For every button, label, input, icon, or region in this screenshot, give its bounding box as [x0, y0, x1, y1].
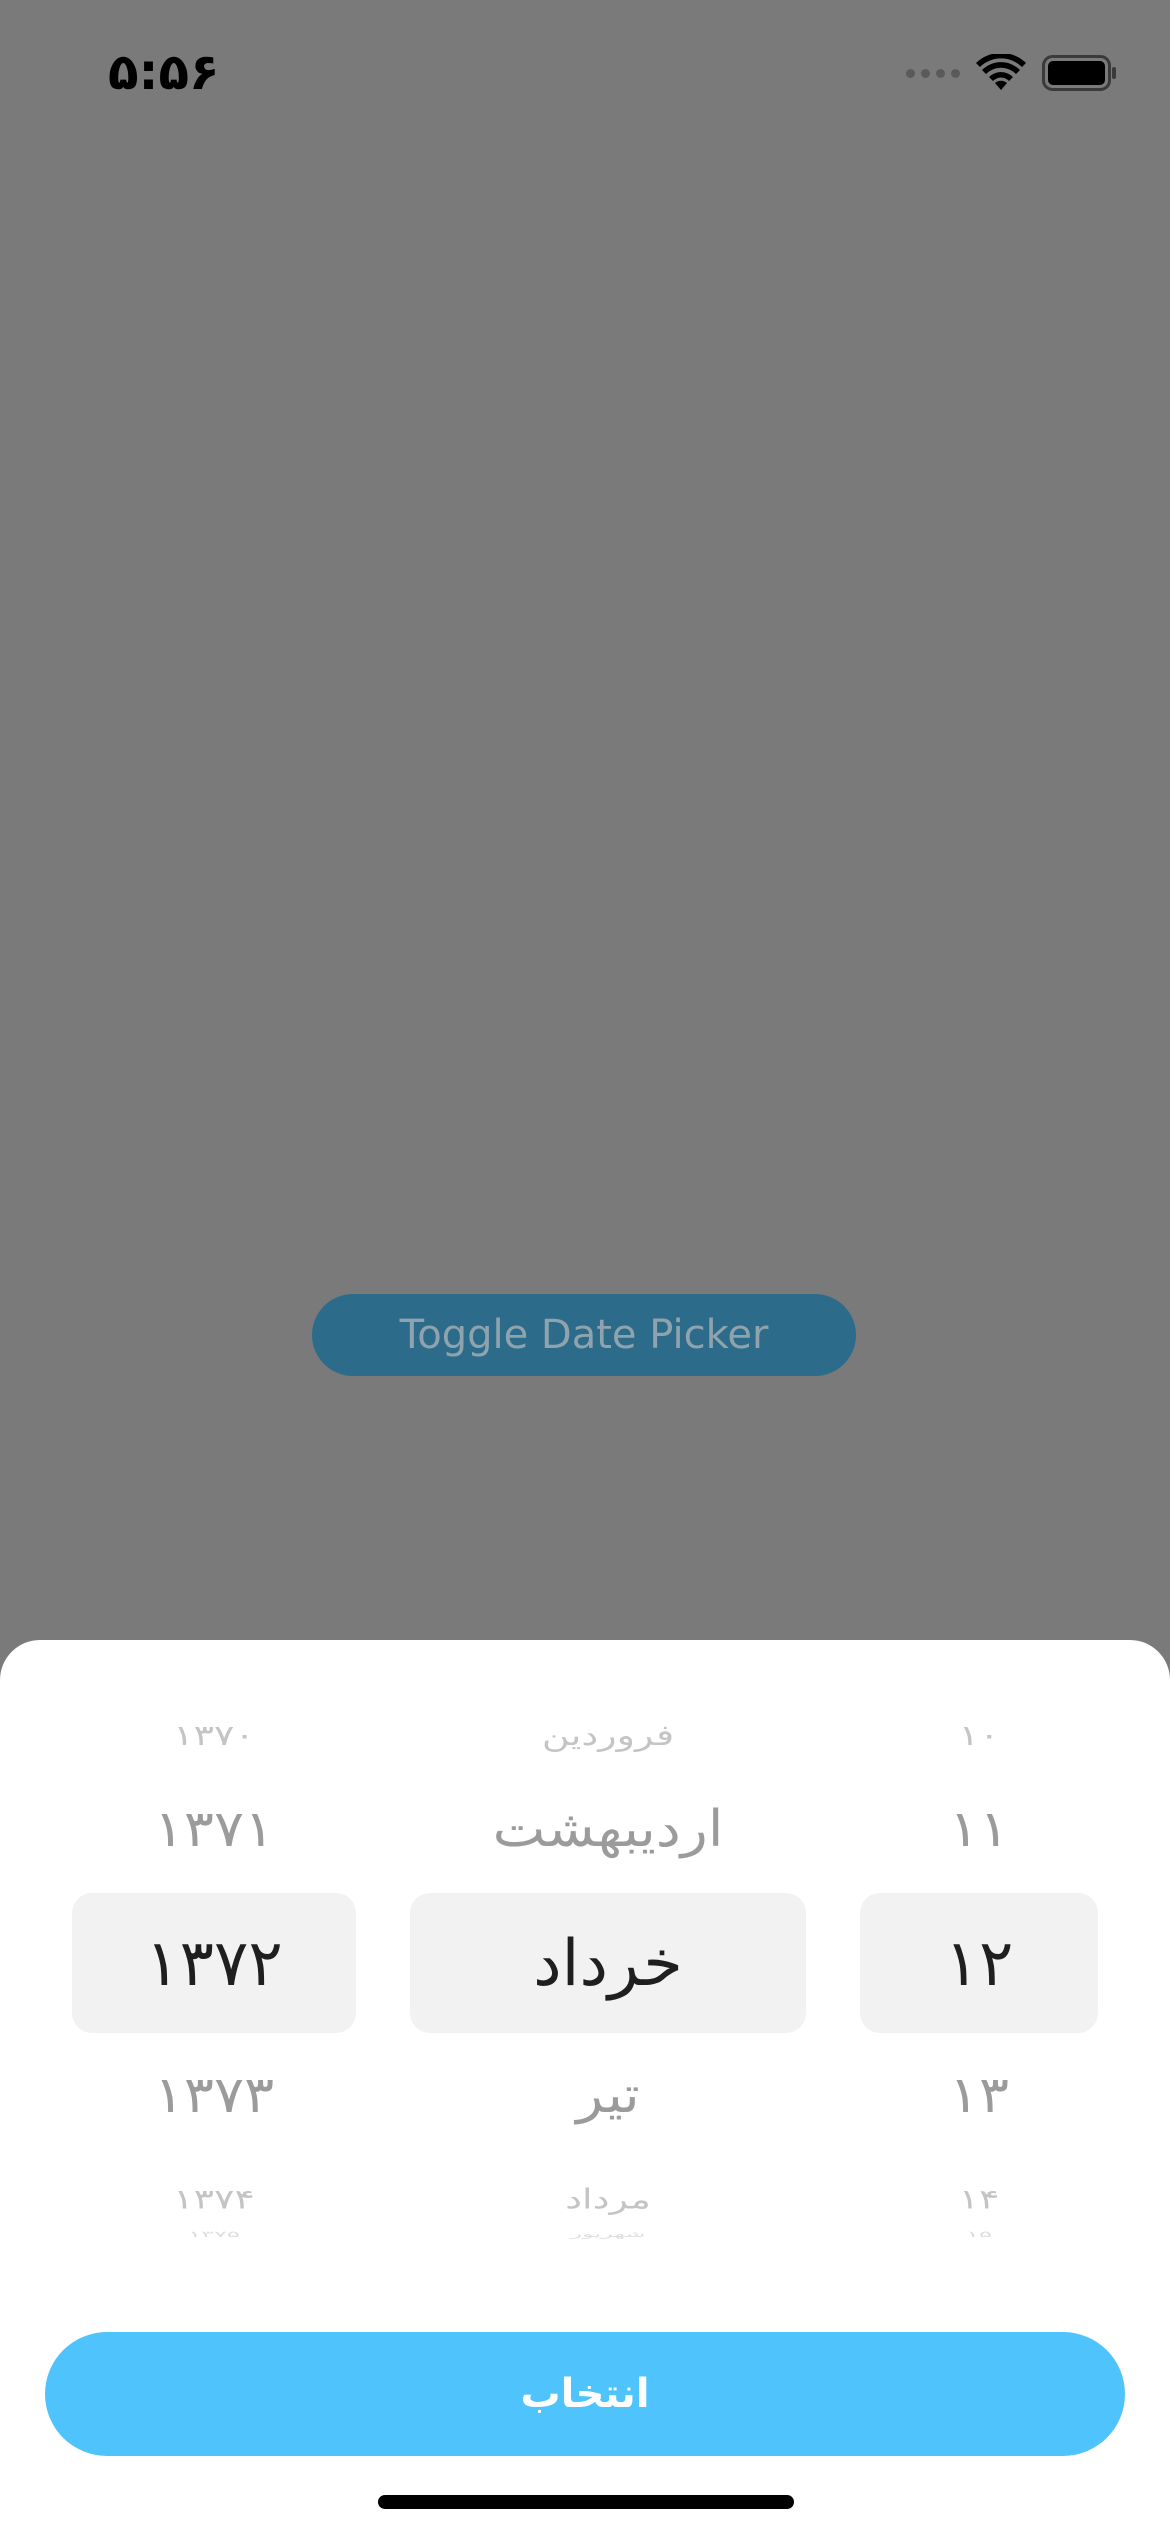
confirm-select-button[interactable]: انتخاب [45, 2332, 1125, 2456]
day-option-selected[interactable]: ۱۲ [860, 1932, 1098, 1996]
month-option[interactable]: اردیبهشت [410, 1804, 806, 1855]
year-option[interactable]: ۱۳۷۳ [72, 2070, 356, 2121]
toggle-date-picker-button[interactable]: Toggle Date Picker [312, 1294, 856, 1376]
month-option[interactable]: تیر [410, 2070, 806, 2121]
home-indicator[interactable] [378, 2495, 794, 2509]
day-option[interactable]: ۱۱ [860, 1804, 1098, 1855]
year-option[interactable]: ۱۳۷۴ [72, 2185, 356, 2212]
year-option-selected[interactable]: ۱۳۷۲ [72, 1932, 356, 1996]
month-option[interactable]: مرداد [410, 2185, 806, 2212]
day-option[interactable]: ۱۰ [860, 1721, 1098, 1750]
signal-icon [906, 68, 960, 78]
year-option[interactable]: ۱۳۷۰ [72, 1721, 356, 1750]
month-option[interactable]: شهریور [410, 2230, 806, 2238]
screen: ۵:۵۶ Toggle Date Picker ۱۳۷۰ ۱۳۷۱ ۱۳۷۲ ۱… [0, 0, 1170, 2532]
year-option[interactable]: ۱۳۷۱ [72, 1804, 356, 1855]
month-option-selected[interactable]: خرداد [410, 1932, 806, 1996]
wifi-icon [976, 54, 1026, 90]
day-option[interactable]: ۱۳ [860, 2070, 1098, 2121]
day-option[interactable]: ۱۴ [860, 2185, 1098, 2212]
battery-icon [1042, 55, 1116, 91]
month-option[interactable]: فروردین [410, 1721, 806, 1750]
status-icons [906, 48, 1118, 98]
day-option[interactable]: ۱۵ [860, 2230, 1098, 2238]
status-time: ۵:۵۶ [108, 43, 220, 101]
year-option[interactable]: ۱۳۷۵ [72, 2230, 356, 2238]
date-picker-sheet: ۱۳۷۰ ۱۳۷۱ ۱۳۷۲ ۱۳۷۳ ۱۳۷۴ ۱۳۷۵ فروردین ار… [0, 1640, 1170, 2532]
